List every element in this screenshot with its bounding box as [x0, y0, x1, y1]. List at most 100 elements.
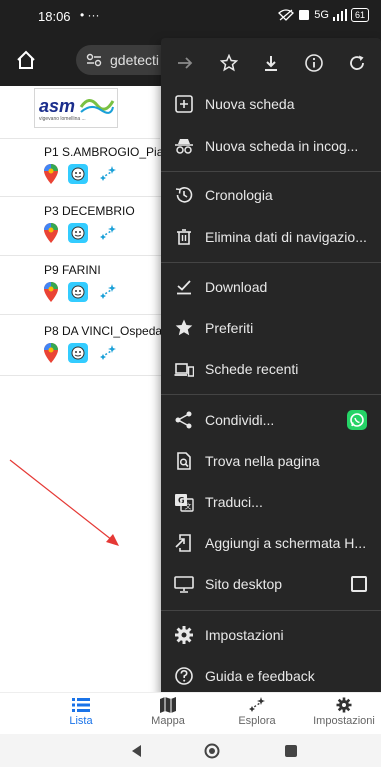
- menu-item-label: Download: [205, 279, 268, 295]
- asm-logo: asm vigevano lomellina ...: [34, 88, 118, 128]
- history-icon: [175, 187, 193, 203]
- waze-icon[interactable]: [68, 223, 88, 243]
- menu-item-label: Trova nella pagina: [205, 453, 320, 469]
- wifi-off-icon: [278, 9, 295, 21]
- parking-name: P9 FARINI: [44, 263, 101, 277]
- download-check-icon: [177, 280, 191, 295]
- menu-item-clear-data[interactable]: Elimina dati di navigazio...: [161, 217, 381, 257]
- explore-sparkle-icon[interactable]: [98, 343, 118, 363]
- menu-item-downloads[interactable]: Download: [161, 267, 381, 307]
- menu-item-label: Schede recenti: [205, 361, 299, 377]
- network-type: 5G: [314, 9, 329, 21]
- menu-item-recent-tabs[interactable]: Schede recenti: [161, 349, 381, 389]
- nav-item-mappa[interactable]: Mappa: [128, 697, 208, 733]
- menu-item-label: Elimina dati di navigazio...: [205, 229, 367, 245]
- nav-label: Lista: [69, 715, 93, 727]
- menu-divider: [161, 394, 381, 395]
- menu-divider: [161, 171, 381, 172]
- map-icon: [160, 697, 176, 713]
- menu-item-settings[interactable]: Impostazioni: [161, 615, 381, 655]
- home-icon[interactable]: [16, 50, 36, 70]
- menu-item-translate[interactable]: G文 Traduci...: [161, 482, 381, 522]
- menu-item-history[interactable]: Cronologia: [161, 175, 381, 215]
- google-maps-icon[interactable]: [44, 223, 58, 243]
- find-in-page-icon: [177, 452, 191, 470]
- status-right-icons: 5G 61: [278, 8, 369, 22]
- explore-sparkle-icon: [249, 697, 265, 712]
- back-triangle-icon[interactable]: [128, 742, 146, 760]
- parking-actions: [44, 163, 118, 185]
- trash-icon: [177, 229, 191, 245]
- nav-label: Mappa: [151, 715, 185, 727]
- new-tab-icon: [175, 95, 193, 113]
- forward-button[interactable]: [173, 51, 197, 75]
- signal-icon: [332, 9, 347, 21]
- download-page-button[interactable]: [259, 51, 283, 75]
- translate-icon: G文: [175, 494, 194, 512]
- waze-icon[interactable]: [68, 343, 88, 363]
- download-icon: [265, 56, 277, 71]
- menu-item-label: Nuova scheda: [205, 96, 295, 112]
- nav-item-esplora[interactable]: Esplora: [217, 697, 297, 733]
- explore-sparkle-icon[interactable]: [98, 282, 118, 302]
- settings-gear-icon: [336, 697, 352, 713]
- devices-icon: [174, 363, 194, 377]
- reload-button[interactable]: [345, 51, 369, 75]
- waze-icon[interactable]: [68, 164, 88, 184]
- logo-wave-icon: [79, 99, 115, 114]
- menu-item-incognito[interactable]: Nuova scheda in incog...: [161, 126, 381, 166]
- google-maps-icon[interactable]: [44, 282, 58, 302]
- menu-item-bookmarks[interactable]: Preferiti: [161, 308, 381, 348]
- help-icon: [175, 667, 193, 685]
- menu-item-desktop-site[interactable]: Sito desktop: [161, 564, 381, 604]
- arrow-forward-icon: [178, 57, 193, 69]
- home-circle-icon[interactable]: [203, 742, 221, 760]
- google-maps-icon[interactable]: [44, 164, 58, 184]
- parking-actions: [44, 281, 118, 303]
- parking-name: P8 DA VINCI_Ospeda: [44, 324, 163, 338]
- parking-name: P1 S.AMBROGIO_Piaz: [44, 145, 170, 159]
- nav-label: Esplora: [238, 715, 276, 727]
- nav-label: Impostazioni: [313, 715, 375, 727]
- whatsapp-share-icon[interactable]: [347, 410, 367, 430]
- menu-item-find-in-page[interactable]: Trova nella pagina: [161, 441, 381, 481]
- parking-actions: [44, 342, 118, 364]
- menu-item-label: Traduci...: [205, 494, 263, 510]
- recents-square-icon[interactable]: [282, 742, 300, 760]
- battery-level: 61: [350, 8, 369, 22]
- star-filled-icon: [175, 319, 193, 336]
- page-info-button[interactable]: [302, 51, 326, 75]
- explore-sparkle-icon[interactable]: [98, 164, 118, 184]
- menu-divider: [161, 610, 381, 611]
- site-settings-icon[interactable]: [86, 53, 102, 67]
- nav-item-lista[interactable]: Lista: [41, 697, 121, 733]
- menu-item-share[interactable]: Condividi...: [161, 400, 381, 440]
- menu-item-label: Impostazioni: [205, 627, 284, 643]
- waze-icon[interactable]: [68, 282, 88, 302]
- explore-sparkle-icon[interactable]: [98, 223, 118, 243]
- share-icon: [175, 411, 192, 429]
- menu-item-new-tab[interactable]: Nuova scheda: [161, 84, 381, 124]
- menu-item-label: Guida e feedback: [205, 668, 315, 684]
- menu-item-label: Nuova scheda in incog...: [205, 138, 359, 154]
- menu-item-help[interactable]: Guida e feedback: [161, 656, 381, 696]
- info-icon: [305, 54, 323, 72]
- parking-name: P3 DECEMBRIO: [44, 204, 135, 218]
- logo-text: asm: [39, 96, 76, 116]
- menu-item-label: Cronologia: [205, 187, 273, 203]
- bookmark-button[interactable]: [217, 51, 241, 75]
- system-nav-bar: [0, 734, 381, 767]
- menu-item-add-to-home[interactable]: Aggiungi a schermata H...: [161, 523, 381, 563]
- menu-item-label: Aggiungi a schermata H...: [205, 535, 367, 551]
- parking-actions: [44, 222, 118, 244]
- desktop-site-checkbox[interactable]: [351, 576, 367, 592]
- settings-gear-icon: [175, 626, 193, 644]
- sim-icon: [299, 10, 310, 20]
- incognito-icon: [175, 139, 193, 154]
- browser-overflow-menu: Nuova scheda Nuova scheda in incog... Cr…: [161, 38, 381, 696]
- status-bar: 18:06 • ··· 5G 61: [0, 0, 381, 34]
- nav-item-impostazioni[interactable]: Impostazioni: [304, 697, 381, 733]
- svg-text:文: 文: [185, 502, 192, 511]
- google-maps-icon[interactable]: [44, 343, 58, 363]
- status-time: 18:06: [38, 9, 71, 24]
